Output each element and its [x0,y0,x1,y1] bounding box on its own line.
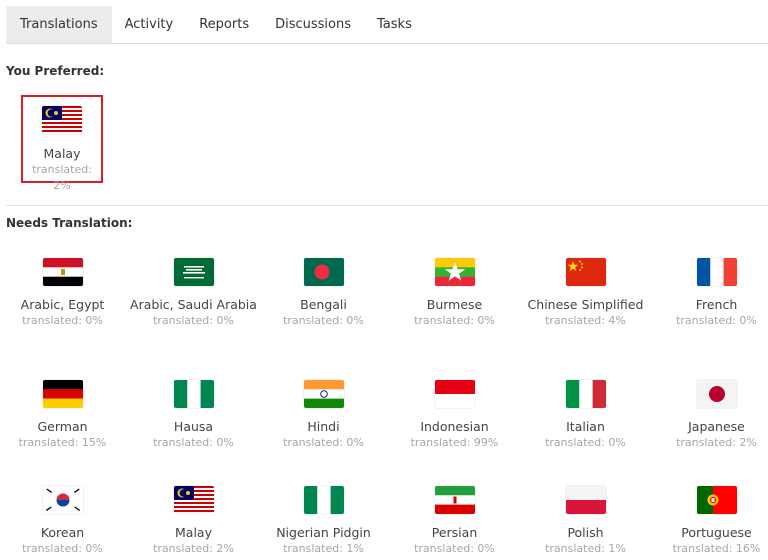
tab-discussions[interactable]: Discussions [262,6,364,43]
portugal-flag-icon [696,486,737,514]
italy-flag-icon [565,380,606,408]
language-progress: translated: 0% [22,314,103,327]
language-card-nigerian-pidgin[interactable]: Nigerian Pidgin translated: 1% [258,486,389,557]
language-card-persian[interactable]: Persian translated: 0% [389,486,520,557]
nigeria-flag-icon [303,486,344,514]
language-progress: translated: 0% [545,436,626,449]
tab-reports[interactable]: Reports [186,6,262,43]
language-progress: translated: 0% [153,314,234,327]
language-card-chinese-simplified[interactable]: Chinese Simplified translated: 4% [520,258,651,329]
china-flag-icon [565,258,606,286]
preferred-language-name: Malay [43,146,81,161]
language-name: Chinese Simplified [527,297,644,312]
language-card-malay[interactable]: Malay translated: 2% [128,486,259,557]
language-card-korean[interactable]: Korean translated: 0% [0,486,128,557]
language-progress: translated: 2% [153,542,234,555]
language-card-bengali[interactable]: Bengali translated: 0% [258,258,389,329]
language-name: Malay [175,525,212,540]
language-name: Persian [431,525,478,540]
language-progress: translated: 1% [283,542,364,555]
tab-bar: Translations Activity Reports Discussion… [6,6,768,44]
language-card-italian[interactable]: Italian translated: 0% [520,380,651,451]
malaysia-flag-icon [173,486,214,514]
language-progress: translated: 0% [153,436,234,449]
india-flag-icon [303,380,344,408]
nigeria-flag-icon [173,380,214,408]
language-name: Arabic, Egypt [20,297,105,312]
language-card-hindi[interactable]: Hindi translated: 0% [258,380,389,451]
language-progress: translated: 0% [414,542,495,555]
preferred-language-card[interactable]: Malay translated: 2% [21,95,103,192]
language-card-polish[interactable]: Polish translated: 1% [520,486,651,557]
language-card-german[interactable]: German translated: 15% [0,380,128,451]
tab-activity[interactable]: Activity [112,6,187,43]
poland-flag-icon [565,486,606,514]
language-card-burmese[interactable]: Burmese translated: 0% [389,258,520,329]
malaysia-flag-icon [42,106,82,134]
language-card-portuguese[interactable]: Portuguese translated: 16% [651,486,768,557]
saudi-arabia-flag-icon [173,258,214,286]
language-card-french[interactable]: French translated: 0% [651,258,768,329]
preferred-language-progress: translated: 2% [32,163,92,192]
needs-translation-title: Needs Translation: [6,216,133,230]
language-name: Korean [40,525,85,540]
language-card-indonesian[interactable]: Indonesian translated: 99% [389,380,520,451]
language-progress: translated: 0% [22,542,103,555]
tab-tasks[interactable]: Tasks [364,6,425,43]
language-name: Portuguese [681,525,752,540]
language-name: Japanese [688,419,745,434]
iran-flag-icon [434,486,475,514]
language-card-arabic-saudi-arabia[interactable]: Arabic, Saudi Arabia translated: 0% [128,258,259,329]
language-progress: translated: 2% [676,436,757,449]
language-progress: translated: 0% [283,314,364,327]
language-name: Burmese [426,297,483,312]
language-name: Arabic, Saudi Arabia [130,297,257,312]
language-name: Hindi [307,419,340,434]
language-name: Polish [567,525,604,540]
language-card-japanese[interactable]: Japanese translated: 2% [651,380,768,451]
language-progress: translated: 0% [283,436,364,449]
language-name: Hausa [173,419,214,434]
indonesia-flag-icon [434,380,475,408]
language-progress: translated: 0% [414,314,495,327]
language-card-hausa[interactable]: Hausa translated: 0% [128,380,259,451]
preferred-section-title: You Preferred: [6,64,105,78]
tab-translations[interactable]: Translations [6,6,112,43]
language-name: French [695,297,738,312]
language-progress: translated: 0% [676,314,757,327]
section-divider [6,205,768,206]
language-progress: translated: 4% [545,314,626,327]
language-progress: translated: 99% [410,436,499,449]
language-card-arabic-egypt[interactable]: Arabic, Egypt translated: 0% [0,258,128,329]
language-name: Nigerian Pidgin [276,525,371,540]
language-progress: translated: 16% [672,542,761,555]
language-name: Indonesian [420,419,489,434]
bangladesh-flag-icon [303,258,344,286]
germany-flag-icon [42,380,83,408]
language-name: Bengali [300,297,347,312]
language-name: Italian [566,419,605,434]
france-flag-icon [696,258,737,286]
language-name: German [37,419,88,434]
japan-flag-icon [696,380,737,408]
egypt-flag-icon [42,258,83,286]
language-progress: translated: 15% [18,436,107,449]
myanmar-flag-icon [434,258,475,286]
south-korea-flag-icon [42,486,83,514]
language-progress: translated: 1% [545,542,626,555]
